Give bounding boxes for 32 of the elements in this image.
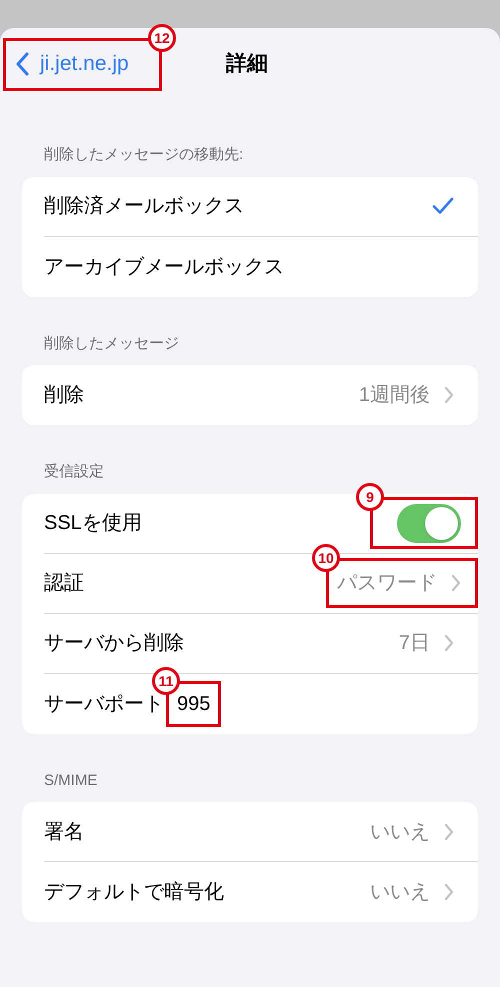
annotation-number: 10	[312, 544, 340, 572]
row-value: パスワード	[337, 571, 437, 596]
chevron-right-icon	[444, 634, 454, 652]
toggle-switch[interactable]	[397, 504, 461, 542]
row-label: サーバポート	[44, 692, 164, 716]
section-header: 削除したメッセージ	[43, 334, 180, 354]
chevron-left-icon	[16, 52, 30, 76]
chevron-right-icon	[451, 574, 461, 592]
annotation-number: 11	[152, 666, 180, 694]
nav-title: 詳細	[226, 51, 268, 77]
row-label: SSLを使用	[44, 511, 142, 536]
section-header: 受信設定	[43, 462, 105, 482]
row-value: 1週間後	[358, 383, 430, 408]
row-label: 削除	[44, 383, 84, 408]
row-label: 認証	[44, 571, 84, 596]
back-button[interactable]: ji.jet.ne.jp	[16, 48, 129, 80]
chevron-right-icon	[444, 883, 454, 901]
annotation-number: 12	[148, 24, 176, 52]
row-label: アーカイブメールボックス	[44, 254, 284, 280]
row-label: 削除済メールボックス	[44, 194, 244, 219]
section-header: S/MIME	[43, 770, 98, 790]
chevron-right-icon	[444, 386, 454, 404]
row-label: デフォルトで暗号化	[44, 880, 224, 905]
section-header: 削除したメッセージの移動先:	[43, 145, 244, 165]
row-label: サーバから削除	[44, 631, 184, 656]
row-value: いいえ	[370, 880, 430, 905]
row-value: 7日	[398, 631, 430, 656]
chevron-right-icon	[444, 822, 454, 840]
port-value[interactable]: 995	[177, 688, 210, 718]
row-value: いいえ	[370, 820, 430, 844]
annotation-number: 9	[356, 483, 384, 511]
row-label: 署名	[44, 820, 84, 844]
